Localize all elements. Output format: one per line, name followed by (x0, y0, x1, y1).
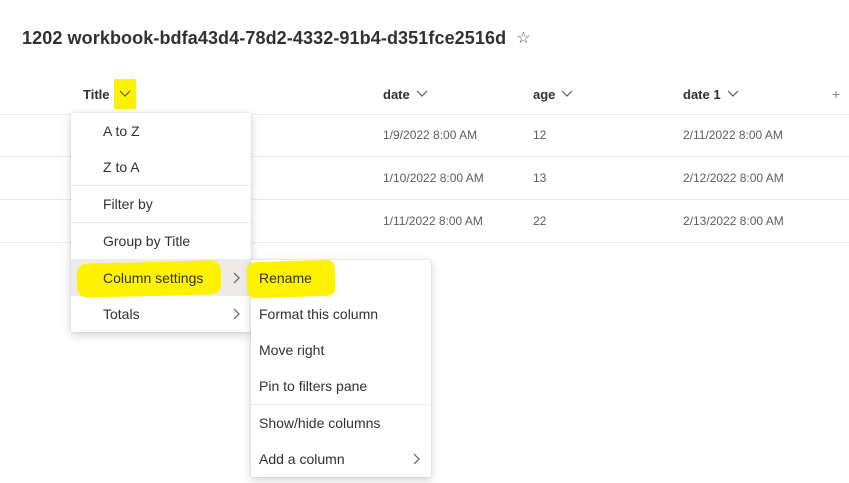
column-header-title-label: Title (83, 86, 110, 102)
column-header-row: Title date age date 1 + (0, 74, 849, 115)
cell-date-1: 2/13/2022 8:00 AM (683, 214, 784, 228)
cell-age: 13 (533, 171, 547, 185)
chevron-down-icon (727, 87, 741, 101)
column-menu: A to Z Z to A Filter by Group by Title C… (71, 113, 251, 332)
menu-item-z-to-a[interactable]: Z to A (71, 149, 251, 185)
menu-item-label: Move right (259, 342, 325, 358)
menu-item-label: Add a column (259, 451, 345, 467)
cell-date-1: 2/11/2022 8:00 AM (683, 128, 783, 142)
menu-item-label: A to Z (103, 123, 140, 139)
menu-item-label: Show/hide columns (259, 415, 381, 431)
menu-item-label: Z to A (103, 159, 140, 175)
column-header-age[interactable]: age (533, 74, 575, 114)
list-title-row: 1202 workbook-bdfa43d4-78d2-4332-91b4-d3… (22, 26, 531, 50)
menu-item-label: Filter by (103, 196, 153, 212)
menu-item-rename[interactable]: Rename (246, 259, 431, 299)
cell-date: 1/10/2022 8:00 AM (383, 171, 484, 185)
menu-item-totals[interactable]: Totals (71, 296, 251, 332)
column-settings-submenu: Rename Format this column Move right Pin… (246, 259, 431, 477)
menu-item-format-column[interactable]: Format this column (251, 296, 431, 332)
menu-item-pin-filters[interactable]: Pin to filters pane (251, 368, 431, 404)
chevron-down-icon[interactable] (113, 79, 136, 109)
cell-age: 12 (533, 128, 547, 142)
cell-date: 1/9/2022 8:00 AM (383, 128, 478, 142)
menu-item-label: Group by Title (103, 233, 191, 249)
star-icon[interactable]: ☆ (516, 28, 530, 48)
column-header-date-1-label: date 1 (683, 86, 721, 102)
column-header-date[interactable]: date (383, 74, 430, 114)
menu-item-label: Pin to filters pane (259, 378, 368, 394)
chevron-right-icon (233, 308, 240, 320)
menu-item-label: Format this column (259, 306, 379, 322)
menu-item-group-by[interactable]: Group by Title (71, 223, 251, 259)
menu-item-label: Rename (259, 270, 312, 286)
column-header-title[interactable]: Title (83, 74, 136, 114)
cell-date-1: 2/12/2022 8:00 AM (683, 171, 784, 185)
page-title: 1202 workbook-bdfa43d4-78d2-4332-91b4-d3… (22, 27, 507, 48)
chevron-down-icon (416, 87, 430, 101)
menu-item-a-to-z[interactable]: A to Z (71, 113, 251, 149)
menu-item-filter-by[interactable]: Filter by (71, 186, 251, 222)
menu-item-column-settings[interactable]: Column settings (71, 260, 251, 298)
column-header-date-1[interactable]: date 1 (683, 74, 741, 114)
add-column-button[interactable]: + (832, 74, 840, 114)
column-header-date-label: date (383, 86, 410, 102)
column-header-age-label: age (533, 86, 556, 102)
chevron-down-icon (561, 87, 575, 101)
cell-age: 22 (533, 214, 547, 228)
plus-icon: + (832, 86, 841, 102)
menu-item-move-right[interactable]: Move right (251, 332, 431, 368)
cell-date: 1/11/2022 8:00 AM (383, 214, 483, 228)
menu-item-label: Totals (103, 306, 140, 322)
chevron-right-icon (413, 453, 420, 465)
chevron-right-icon (233, 272, 240, 284)
menu-item-add-column[interactable]: Add a column (251, 441, 431, 477)
menu-item-label: Column settings (103, 270, 204, 286)
menu-item-show-hide-columns[interactable]: Show/hide columns (251, 405, 431, 441)
